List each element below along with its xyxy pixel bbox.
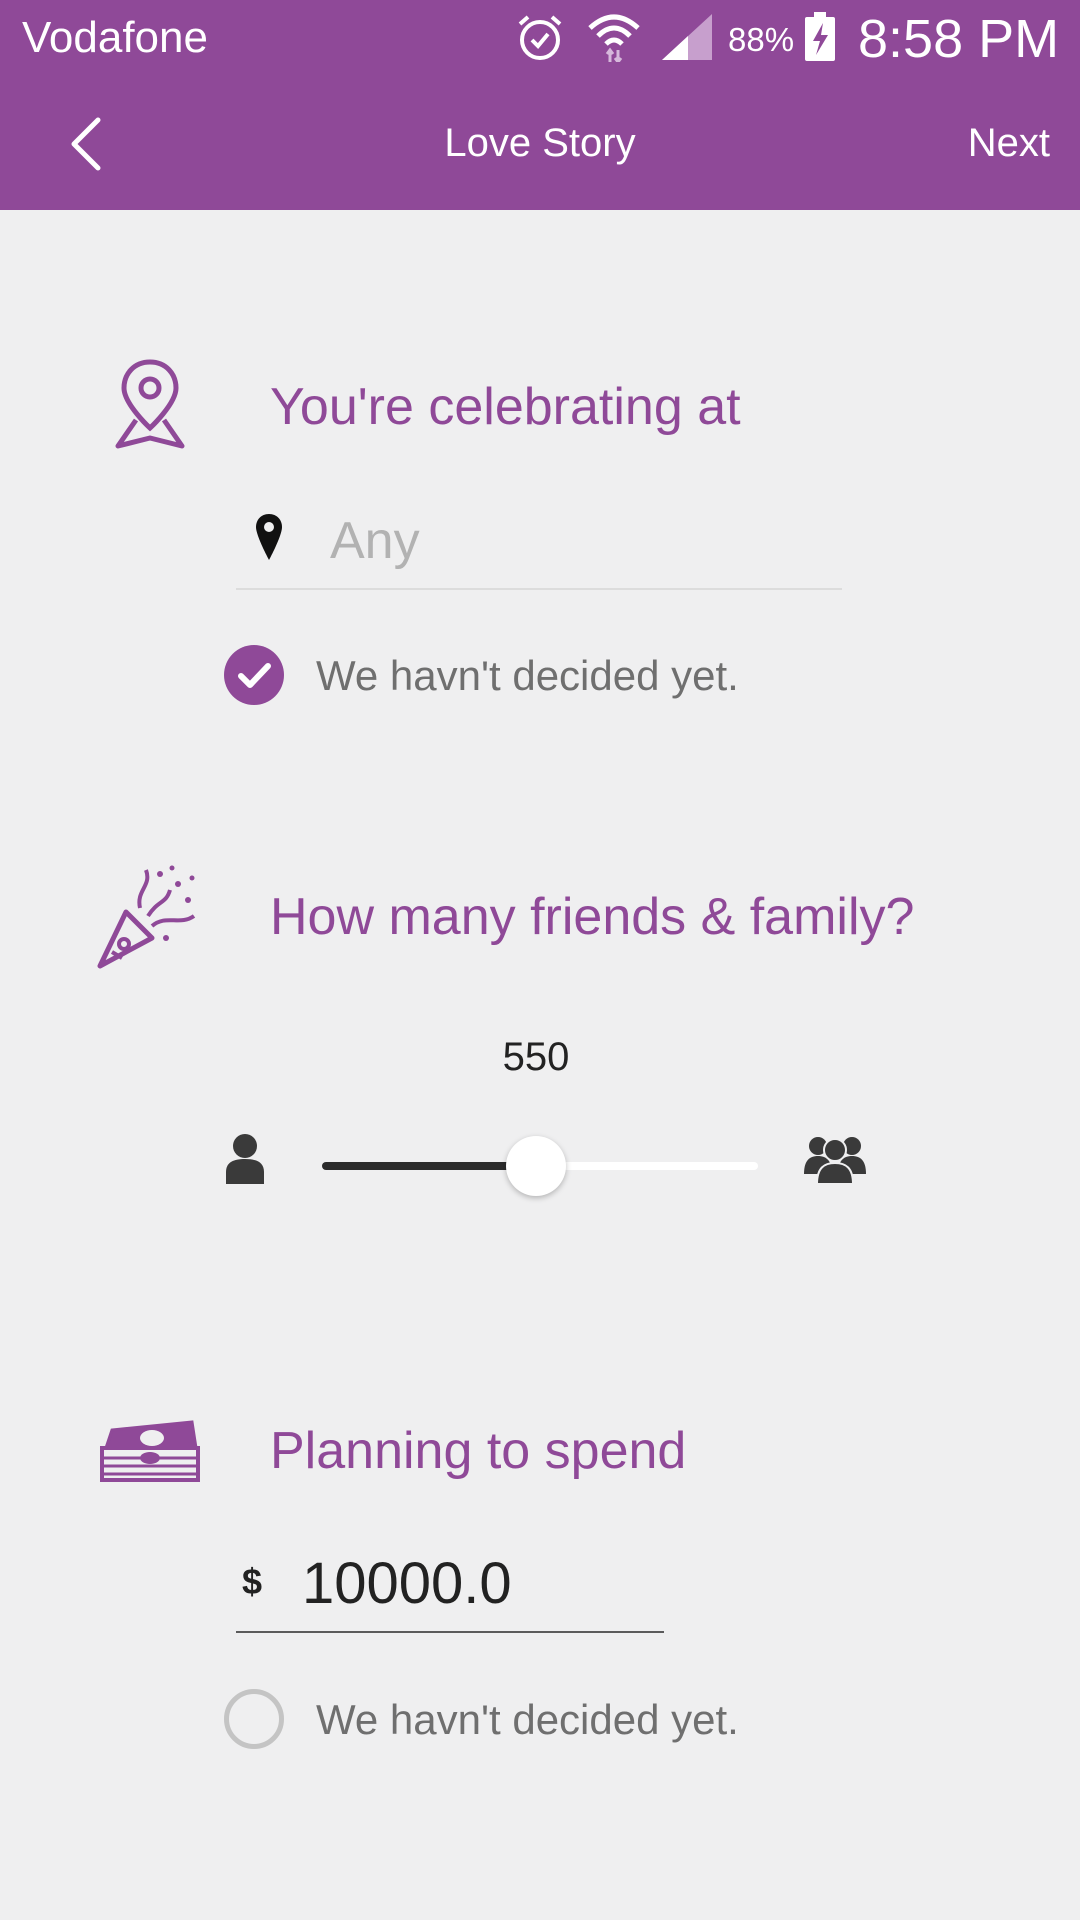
next-button[interactable]: Next — [930, 118, 1050, 168]
signal-icon — [662, 14, 712, 60]
battery-charging-icon — [805, 12, 835, 61]
battery-percent: 88% — [728, 21, 795, 58]
guest-count-slider[interactable] — [322, 1136, 758, 1196]
checkmark-icon — [238, 663, 271, 688]
chevron-left-icon[interactable] — [58, 112, 114, 176]
slider-track-filled — [322, 1162, 536, 1170]
alarm-icon — [518, 15, 562, 60]
budget-section-title: Planning to spend — [270, 1422, 687, 1480]
location-undecided-checkbox[interactable] — [224, 645, 284, 705]
money-stack-icon — [100, 1420, 200, 1482]
slider-thumb[interactable] — [505, 1136, 566, 1196]
page-title: Love Story — [444, 121, 636, 165]
carrier-name: Vodafone — [22, 13, 208, 62]
location-marker-icon — [256, 514, 282, 560]
person-icon — [226, 1134, 264, 1184]
budget-amount-input[interactable]: 10000.0 — [302, 1550, 652, 1618]
location-input-underline — [236, 588, 842, 590]
map-pin-icon — [115, 359, 185, 449]
budget-undecided-label: We havn't decided yet. — [316, 1696, 739, 1743]
location-undecided-label: We havn't decided yet. — [316, 652, 739, 699]
guests-section-title: How many friends & family? — [270, 888, 915, 946]
budget-undecided-checkbox[interactable] — [224, 1689, 284, 1749]
budget-input-underline — [236, 1631, 664, 1633]
guest-count-value: 550 — [502, 1035, 570, 1079]
location-input[interactable]: Any — [330, 510, 830, 572]
party-popper-icon — [97, 865, 196, 969]
group-icon — [804, 1137, 866, 1184]
wifi-icon — [588, 14, 640, 62]
location-section-title: You're celebrating at — [270, 378, 741, 436]
clock: 8:58 PM — [858, 9, 1060, 69]
currency-symbol: $ — [242, 1561, 263, 1602]
